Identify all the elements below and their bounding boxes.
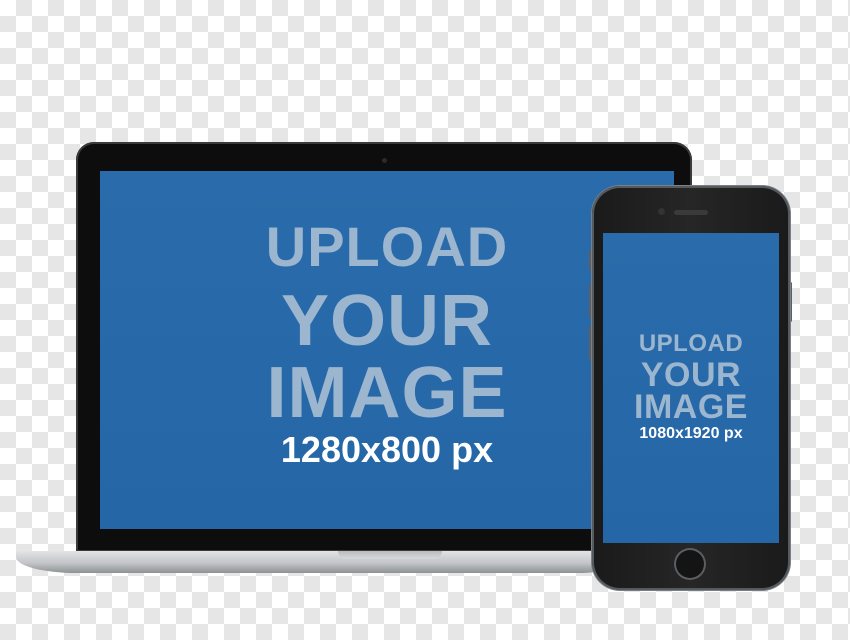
laptop-base	[16, 551, 636, 573]
phone-home-button-icon	[674, 548, 706, 580]
laptop-your-text: YOUR	[280, 281, 494, 361]
phone-upload-text: UPLOAD	[638, 330, 744, 357]
laptop-camera-icon	[382, 158, 387, 163]
laptop-notch	[338, 551, 442, 559]
phone-image-text: IMAGE	[634, 388, 748, 426]
laptop-upload-text: UPLOAD	[265, 215, 509, 278]
phone-size-label: 1080x1920 px	[639, 425, 743, 442]
phone-speaker-icon	[674, 210, 708, 215]
laptop-size-label: 1280x800 px	[280, 429, 494, 470]
phone-camera-icon	[658, 208, 665, 215]
laptop-image-text: IMAGE	[266, 353, 508, 433]
